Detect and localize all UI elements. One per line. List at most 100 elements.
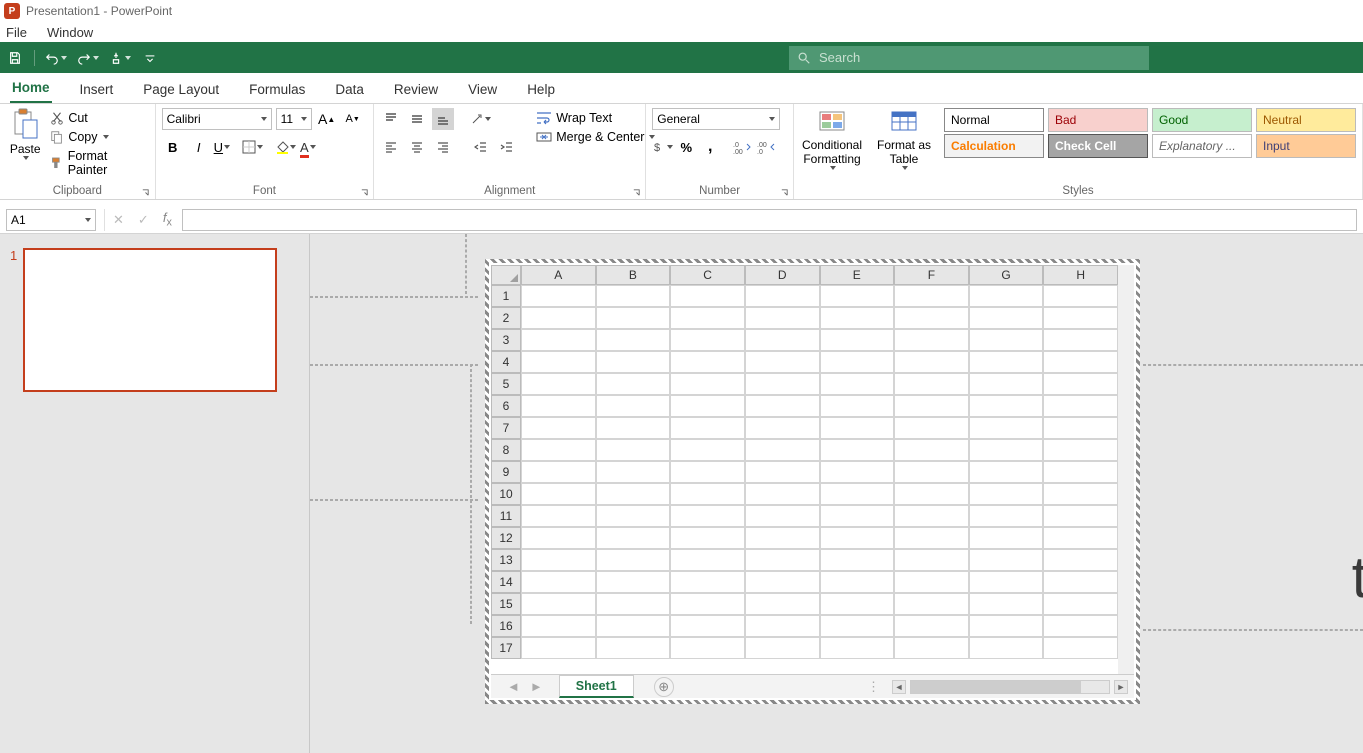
cell[interactable]: [521, 527, 596, 549]
increase-decimal-button[interactable]: .0.00: [731, 136, 753, 158]
cell[interactable]: [1043, 615, 1118, 637]
cell[interactable]: [745, 417, 820, 439]
cell[interactable]: [670, 483, 745, 505]
row-header[interactable]: 3: [491, 329, 521, 351]
format-painter-button[interactable]: Format Painter: [48, 148, 148, 178]
cell[interactable]: [596, 395, 671, 417]
cell[interactable]: [745, 637, 820, 659]
redo-button[interactable]: [77, 51, 99, 65]
tab-insert[interactable]: Insert: [78, 76, 116, 103]
increase-indent-button[interactable]: [496, 136, 518, 158]
row-header[interactable]: 15: [491, 593, 521, 615]
cell[interactable]: [521, 549, 596, 571]
vertical-scrollbar[interactable]: [1118, 265, 1134, 674]
cell[interactable]: [596, 373, 671, 395]
font-size-selector[interactable]: 11: [276, 108, 312, 130]
cell[interactable]: [745, 461, 820, 483]
cell[interactable]: [820, 461, 895, 483]
cell[interactable]: [670, 461, 745, 483]
cell[interactable]: [969, 285, 1044, 307]
style-check-cell[interactable]: Check Cell: [1048, 134, 1148, 158]
comma-button[interactable]: ,: [699, 136, 721, 158]
cell[interactable]: [820, 571, 895, 593]
slide-canvas[interactable]: tle A B C D E F: [310, 234, 1363, 753]
underline-button[interactable]: U: [214, 140, 230, 155]
cell[interactable]: [820, 505, 895, 527]
cell[interactable]: [521, 373, 596, 395]
style-normal[interactable]: Normal: [944, 108, 1044, 132]
cell[interactable]: [969, 505, 1044, 527]
cell[interactable]: [969, 637, 1044, 659]
cell[interactable]: [745, 593, 820, 615]
style-good[interactable]: Good: [1152, 108, 1252, 132]
cell[interactable]: [745, 351, 820, 373]
row-header[interactable]: 4: [491, 351, 521, 373]
row-header[interactable]: 12: [491, 527, 521, 549]
cell[interactable]: [1043, 461, 1118, 483]
cell[interactable]: [1043, 527, 1118, 549]
cell[interactable]: [596, 417, 671, 439]
number-format-selector[interactable]: General: [652, 108, 780, 130]
cell[interactable]: [596, 329, 671, 351]
conditional-formatting-button[interactable]: Conditional Formatting: [800, 108, 864, 170]
cell[interactable]: [596, 307, 671, 329]
cell[interactable]: [894, 483, 969, 505]
cell[interactable]: [745, 549, 820, 571]
cell[interactable]: [894, 373, 969, 395]
col-header[interactable]: D: [745, 265, 820, 285]
cell[interactable]: [1043, 571, 1118, 593]
cell[interactable]: [820, 307, 895, 329]
cell[interactable]: [596, 615, 671, 637]
search-input[interactable]: [819, 50, 1141, 65]
select-all-corner[interactable]: [491, 265, 521, 285]
cell[interactable]: [1043, 373, 1118, 395]
menu-window[interactable]: Window: [47, 25, 93, 40]
scroll-left-button[interactable]: ◄: [892, 680, 906, 694]
cell[interactable]: [969, 549, 1044, 571]
formula-input[interactable]: [182, 209, 1357, 231]
cell[interactable]: [521, 505, 596, 527]
cell[interactable]: [969, 439, 1044, 461]
cell[interactable]: [894, 329, 969, 351]
style-input[interactable]: Input: [1256, 134, 1356, 158]
cell[interactable]: [1043, 505, 1118, 527]
cell[interactable]: [1043, 417, 1118, 439]
search-box[interactable]: [789, 46, 1149, 70]
touch-mode-button[interactable]: [109, 51, 131, 65]
cell[interactable]: [969, 483, 1044, 505]
cancel-formula-button[interactable]: ✕: [113, 212, 124, 228]
cell[interactable]: [670, 373, 745, 395]
cell[interactable]: [745, 439, 820, 461]
tab-page-layout[interactable]: Page Layout: [141, 76, 221, 103]
horizontal-scrollbar[interactable]: [910, 680, 1110, 694]
menu-file[interactable]: File: [6, 25, 27, 40]
cell[interactable]: [820, 285, 895, 307]
cell[interactable]: [670, 351, 745, 373]
cell[interactable]: [820, 439, 895, 461]
cell[interactable]: [596, 439, 671, 461]
name-box[interactable]: A1: [6, 209, 96, 231]
format-as-table-button[interactable]: Format as Table: [872, 108, 936, 170]
decrease-indent-button[interactable]: [470, 136, 492, 158]
cell[interactable]: [745, 505, 820, 527]
cell[interactable]: [1043, 351, 1118, 373]
cell[interactable]: [1043, 549, 1118, 571]
row-header[interactable]: 17: [491, 637, 521, 659]
cell[interactable]: [521, 329, 596, 351]
row-header[interactable]: 6: [491, 395, 521, 417]
tab-help[interactable]: Help: [525, 76, 557, 103]
enter-formula-button[interactable]: ✓: [138, 212, 149, 228]
col-header[interactable]: G: [969, 265, 1044, 285]
alignment-launcher[interactable]: [631, 188, 641, 198]
cell[interactable]: [894, 615, 969, 637]
cell[interactable]: [745, 307, 820, 329]
accounting-format-button[interactable]: $: [652, 140, 673, 154]
cell[interactable]: [596, 461, 671, 483]
row-header[interactable]: 7: [491, 417, 521, 439]
cell[interactable]: [969, 593, 1044, 615]
copy-button[interactable]: Copy: [48, 129, 148, 145]
style-explanatory[interactable]: Explanatory ...: [1152, 134, 1252, 158]
cell[interactable]: [670, 307, 745, 329]
row-header[interactable]: 16: [491, 615, 521, 637]
cell[interactable]: [521, 461, 596, 483]
